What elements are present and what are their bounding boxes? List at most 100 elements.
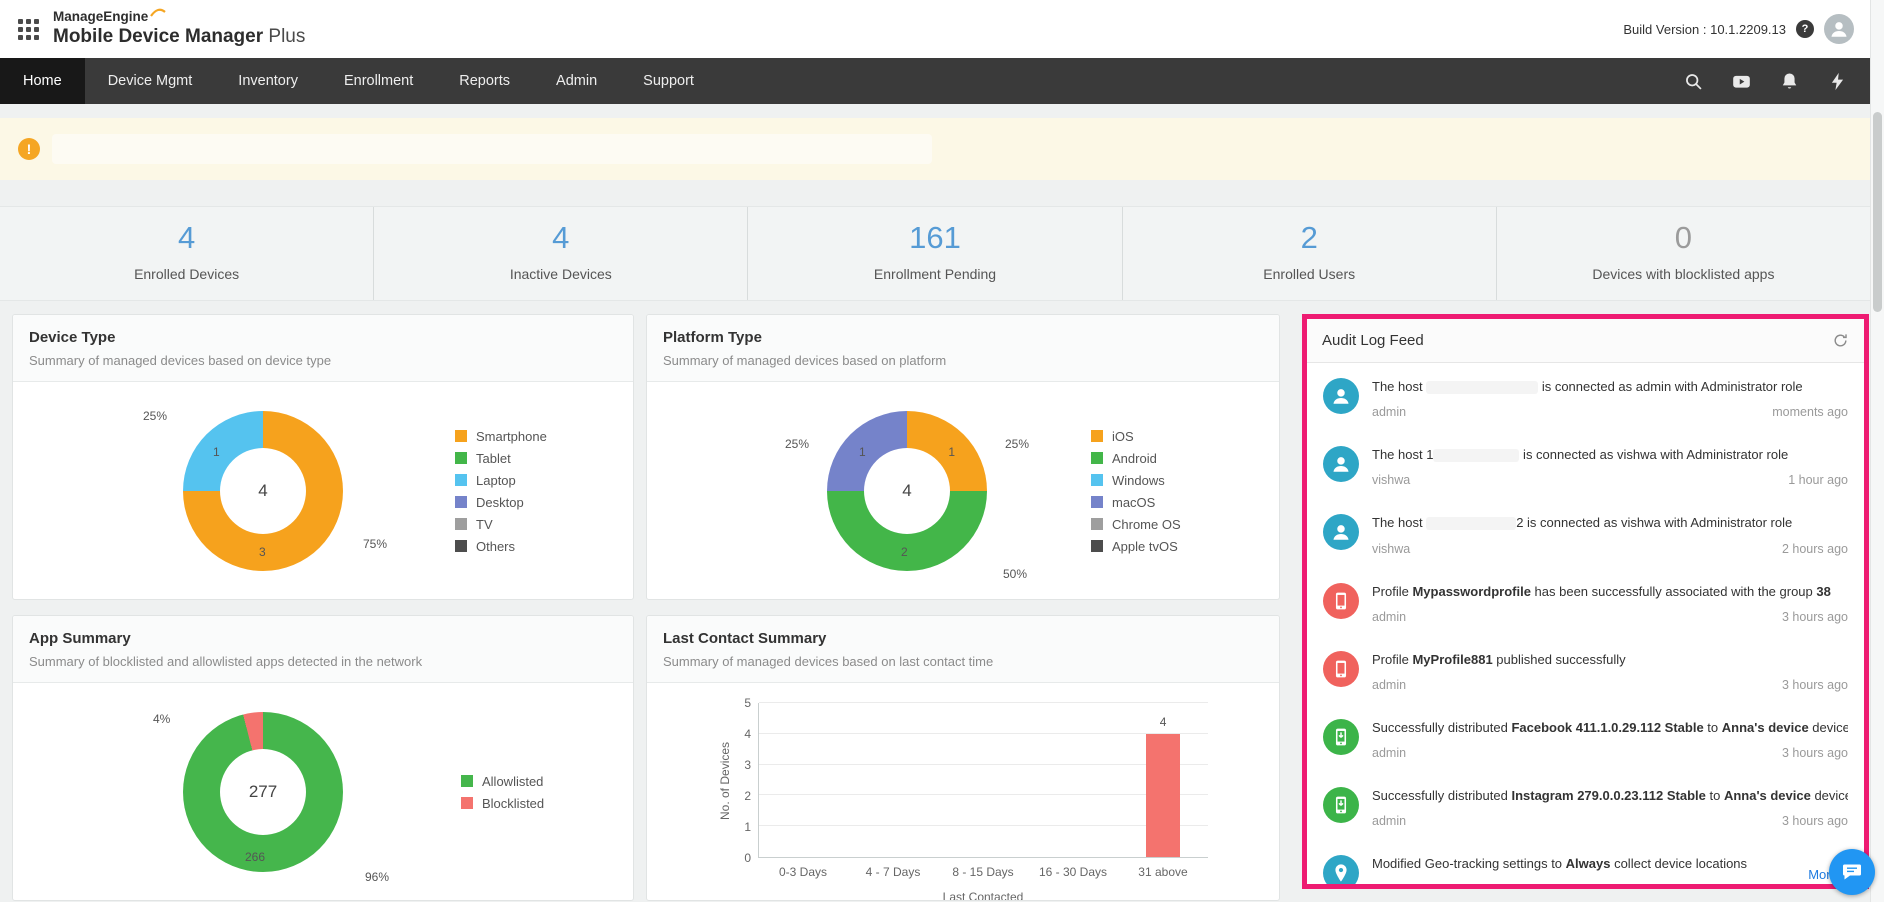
audit-time: moments ago bbox=[1772, 405, 1848, 419]
user-avatar[interactable] bbox=[1824, 14, 1854, 44]
audit-user: admin bbox=[1372, 678, 1406, 692]
help-icon[interactable]: ? bbox=[1796, 20, 1814, 38]
user-icon bbox=[1323, 446, 1359, 482]
audit-feed-item[interactable]: Profile Mypasswordprofile has been succe… bbox=[1323, 568, 1848, 636]
nav-item-enrollment[interactable]: Enrollment bbox=[321, 58, 436, 104]
legend-label: iOS bbox=[1112, 429, 1134, 444]
legend-item-windows[interactable]: Windows bbox=[1091, 473, 1181, 488]
legend-item-smartphone[interactable]: Smartphone bbox=[455, 429, 547, 444]
audit-user: vishwa bbox=[1372, 473, 1410, 487]
platform-type-donut-chart[interactable]: 4 25%125%150%2 bbox=[827, 411, 987, 571]
product-name: Mobile Device Manager Plus bbox=[53, 27, 305, 48]
audit-feed-item[interactable]: Successfully distributed Instagram 279.0… bbox=[1323, 772, 1848, 840]
legend-item-chrome-os[interactable]: Chrome OS bbox=[1091, 517, 1181, 532]
person-icon bbox=[1828, 18, 1850, 40]
nav-icons bbox=[1683, 58, 1870, 104]
card-header: Device Type Summary of managed devices b… bbox=[13, 315, 633, 382]
chat-button[interactable] bbox=[1829, 849, 1875, 895]
audit-feed-item[interactable]: The host 1 is connected as vishwa with A… bbox=[1323, 431, 1848, 499]
legend-item-tablet[interactable]: Tablet bbox=[455, 451, 547, 466]
chart-callout: 25% bbox=[785, 437, 809, 451]
x-tick: 8 - 15 Days bbox=[938, 865, 1028, 879]
legend-item-apple-tvos[interactable]: Apple tvOS bbox=[1091, 539, 1181, 554]
audit-user: admin bbox=[1372, 814, 1406, 828]
quick-actions-flash-icon[interactable] bbox=[1827, 71, 1848, 92]
audit-feed-item[interactable]: Successfully distributed Facebook 411.1.… bbox=[1323, 704, 1848, 772]
app-summary-card: App Summary Summary of blocklisted and a… bbox=[12, 615, 634, 901]
notifications-bell-icon[interactable] bbox=[1779, 71, 1800, 92]
legend-item-laptop[interactable]: Laptop bbox=[455, 473, 547, 488]
audit-log-feed-panel: Audit Log Feed The host is connected as … bbox=[1302, 314, 1869, 889]
stat-value: 2 bbox=[1123, 220, 1496, 256]
search-icon[interactable] bbox=[1683, 71, 1704, 92]
legend-item-tv[interactable]: TV bbox=[455, 517, 547, 532]
chart-callout: 2 bbox=[901, 545, 908, 559]
page-scrollbar[interactable] bbox=[1870, 0, 1884, 902]
redacted-text bbox=[1426, 517, 1516, 530]
apps-grid-icon[interactable] bbox=[18, 19, 39, 40]
video-icon[interactable] bbox=[1731, 71, 1752, 92]
card-title: Device Type bbox=[29, 329, 617, 346]
legend-label: Windows bbox=[1112, 473, 1165, 488]
nav-item-device-mgmt[interactable]: Device Mgmt bbox=[85, 58, 216, 104]
audit-feed-item[interactable]: Modified Geo-tracking settings to Always… bbox=[1323, 840, 1848, 884]
device-type-donut-chart[interactable]: 4 25%175%3 bbox=[183, 411, 343, 571]
audit-feed-item[interactable]: Profile MyProfile881 published successfu… bbox=[1323, 636, 1848, 704]
nav-item-inventory[interactable]: Inventory bbox=[215, 58, 321, 104]
platform-type-legend: iOS Android Windows macOS Chrome OS Apple tvO… bbox=[1091, 422, 1181, 561]
audit-message: Successfully distributed Facebook 411.1.… bbox=[1372, 719, 1848, 737]
legend-item-macos[interactable]: macOS bbox=[1091, 495, 1181, 510]
legend-label: Android bbox=[1112, 451, 1157, 466]
legend-label: Smartphone bbox=[476, 429, 547, 444]
legend-item-android[interactable]: Android bbox=[1091, 451, 1181, 466]
audit-feed-list: The host is connected as admin with Admi… bbox=[1307, 363, 1864, 884]
legend-item-desktop[interactable]: Desktop bbox=[455, 495, 547, 510]
bar-31-above[interactable]: 4 bbox=[1118, 703, 1208, 857]
brand-logo[interactable]: ManageEngine Mobile Device Manager Plus bbox=[53, 10, 305, 48]
legend-item-blocklisted[interactable]: Blocklisted bbox=[461, 796, 544, 811]
user-icon bbox=[1323, 378, 1359, 414]
bar[interactable] bbox=[1146, 734, 1180, 857]
audit-feed-item[interactable]: The host is connected as admin with Admi… bbox=[1323, 363, 1848, 431]
legend-label: Allowlisted bbox=[482, 774, 543, 789]
nav-item-home[interactable]: Home bbox=[0, 58, 85, 104]
app-icon bbox=[1323, 787, 1359, 823]
scrollbar-thumb[interactable] bbox=[1873, 112, 1882, 312]
audit-log-feed-header: Audit Log Feed bbox=[1307, 319, 1864, 363]
stat-inactive-devices[interactable]: 4Inactive Devices bbox=[373, 207, 747, 300]
audit-message: Profile Mypasswordprofile has been succe… bbox=[1372, 583, 1848, 601]
donut-center-value: 277 bbox=[249, 782, 277, 802]
app-summary-donut-chart[interactable]: 277 4%26696% bbox=[183, 712, 343, 872]
nav-item-support[interactable]: Support bbox=[620, 58, 717, 104]
location-icon bbox=[1323, 855, 1359, 884]
main-nav: HomeDevice MgmtInventoryEnrollmentReport… bbox=[0, 58, 1870, 104]
last-contact-bar-chart[interactable]: No. of Devices 012345 4 0-3 Days4 - 7 Da… bbox=[718, 703, 1208, 901]
nav-item-admin[interactable]: Admin bbox=[533, 58, 620, 104]
stat-enrolled-devices[interactable]: 4Enrolled Devices bbox=[0, 207, 373, 300]
audit-feed-item[interactable]: The host 2 is connected as vishwa with A… bbox=[1323, 499, 1848, 567]
x-tick: 0-3 Days bbox=[758, 865, 848, 879]
card-header: App Summary Summary of blocklisted and a… bbox=[13, 616, 633, 683]
audit-time: 3 hours ago bbox=[1782, 610, 1848, 624]
legend-item-others[interactable]: Others bbox=[455, 539, 547, 554]
card-subtitle: Summary of managed devices based on last… bbox=[663, 654, 1263, 669]
warning-icon: ! bbox=[18, 138, 40, 160]
x-tick: 16 - 30 Days bbox=[1028, 865, 1118, 879]
nav-item-reports[interactable]: Reports bbox=[436, 58, 533, 104]
stat-devices-with-blocklisted-apps[interactable]: 0Devices with blocklisted apps bbox=[1496, 207, 1870, 300]
stat-enrollment-pending[interactable]: 161Enrollment Pending bbox=[747, 207, 1121, 300]
legend-swatch bbox=[455, 518, 467, 530]
stat-enrolled-users[interactable]: 2Enrolled Users bbox=[1122, 207, 1496, 300]
card-title: App Summary bbox=[29, 630, 617, 647]
legend-label: Blocklisted bbox=[482, 796, 544, 811]
chat-bubble-icon bbox=[1840, 860, 1864, 884]
alert-banner: ! bbox=[0, 118, 1870, 180]
card-title: Platform Type bbox=[663, 329, 1263, 346]
card-subtitle: Summary of blocklisted and allowlisted a… bbox=[29, 654, 617, 669]
brand-manageengine: ManageEngine bbox=[53, 10, 148, 25]
stat-label: Inactive Devices bbox=[374, 266, 747, 282]
legend-item-allowlisted[interactable]: Allowlisted bbox=[461, 774, 544, 789]
legend-item-ios[interactable]: iOS bbox=[1091, 429, 1181, 444]
brand-swoosh-icon bbox=[150, 8, 166, 17]
refresh-icon[interactable] bbox=[1832, 332, 1849, 349]
